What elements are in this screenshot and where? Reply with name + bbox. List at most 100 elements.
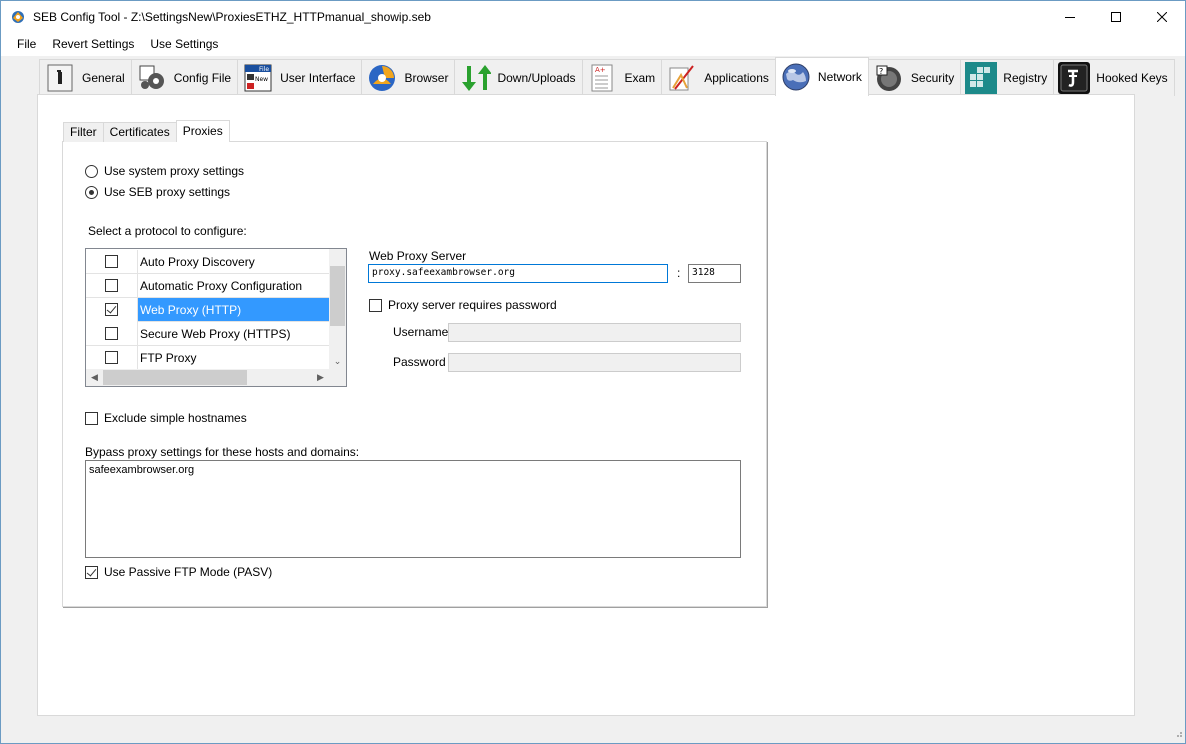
svg-text:New: New [255,76,268,83]
tab-user-interface[interactable]: File New User Interface [237,59,363,96]
radio-seb-proxy[interactable]: Use SEB proxy settings [85,185,230,199]
exclude-simple-hostnames-row[interactable]: Exclude simple hostnames [85,411,247,425]
protocol-name: Secure Web Proxy (HTTPS) [140,326,291,341]
menu-file[interactable]: File [9,33,44,55]
tab-registry[interactable]: Registry [960,59,1055,96]
subtab-certificates[interactable]: Certificates [102,122,177,142]
protocol-name: FTP Proxy [140,350,197,365]
menu-revert-settings[interactable]: Revert Settings [44,33,142,55]
protocol-auto-discovery-checkbox[interactable] [105,255,118,268]
protocol-auto-config-checkbox[interactable] [105,279,118,292]
tab-user-interface-label: User Interface [280,71,356,85]
main-tabstrip: General Config File File New User Interfa… [39,57,1175,96]
menu-bar: File Revert Settings Use Settings [1,32,1185,56]
title-bar: SEB Config Tool - Z:\SettingsNew\Proxies… [1,1,1185,32]
tab-general-label: General [82,71,125,85]
protocol-row[interactable]: Automatic Proxy Configuration [86,273,329,298]
close-button[interactable] [1139,1,1185,32]
scroll-down-icon[interactable]: ⌄ [329,353,346,370]
menu-use-settings[interactable]: Use Settings [142,33,226,55]
down-uploads-icon [459,62,492,94]
user-interface-icon: File New [242,62,274,94]
protocol-list[interactable]: Auto Proxy Discovery Automatic Proxy Con… [85,248,347,387]
protocol-select-label: Select a protocol to configure: [88,224,247,238]
bypass-hosts-textarea[interactable]: safeexambrowser.org [85,460,741,558]
window-title: SEB Config Tool - Z:\SettingsNew\Proxies… [33,9,431,24]
protocol-ftp-checkbox[interactable] [105,351,118,364]
protocol-list-hscrollbar[interactable]: ◀ ▶ [86,369,346,386]
requires-password-row[interactable]: Proxy server requires password [369,298,557,312]
minimize-button[interactable] [1047,1,1093,32]
close-icon [1157,11,1167,22]
proxy-port-input[interactable]: 3128 [688,264,741,283]
app-window: SEB Config Tool - Z:\SettingsNew\Proxies… [0,0,1186,744]
hscroll-thumb[interactable] [103,370,247,385]
protocol-row[interactable]: FTP Proxy [86,345,329,370]
bypass-label: Bypass proxy settings for these hosts an… [85,445,360,459]
subtab-proxies[interactable]: Proxies [175,120,230,142]
protocol-name: Automatic Proxy Configuration [140,278,303,293]
svg-text:File: File [259,66,269,73]
security-icon: ? [873,62,905,94]
tab-general[interactable]: General [39,59,132,96]
maximize-button[interactable] [1093,1,1139,32]
registry-icon [965,62,998,94]
scroll-right-icon[interactable]: ▶ [312,369,329,386]
exam-icon: A+ [587,62,619,94]
passive-ftp-row[interactable]: Use Passive FTP Mode (PASV) [85,565,272,579]
config-file-icon [136,62,168,94]
radio-seb-proxy-label: Use SEB proxy settings [104,185,231,199]
seb-app-icon [10,9,26,25]
tab-security-label: Security [910,71,955,85]
tab-applications[interactable]: Applications [661,59,776,96]
radio-system-proxy-control[interactable] [85,164,98,178]
network-subtabs: Filter Certificates Proxies [63,120,230,142]
scroll-left-icon[interactable]: ◀ [86,369,103,386]
protocol-list-vscrollbar[interactable]: ⌄ [329,249,346,370]
tab-down-uploads[interactable]: Down/Uploads [454,59,583,96]
tab-hooked-keys-label: Hooked Keys [1096,71,1168,85]
protocol-http-checkbox[interactable] [105,303,118,316]
network-icon [780,61,812,93]
radio-system-proxy-label: Use system proxy settings [104,164,245,178]
tab-config-file[interactable]: Config File [130,59,239,96]
tab-registry-label: Registry [1003,71,1048,85]
tab-network[interactable]: Network [774,57,869,96]
radio-seb-proxy-control[interactable] [85,185,98,199]
port-separator: : [677,266,681,280]
username-input[interactable] [448,323,741,342]
tab-config-file-label: Config File [173,71,232,85]
requires-password-checkbox[interactable] [369,298,382,312]
tab-browser[interactable]: Browser [361,59,456,96]
protocol-row-selected[interactable]: Web Proxy (HTTP) [86,297,329,322]
tab-network-label: Network [817,70,862,84]
protocol-https-checkbox[interactable] [105,327,118,340]
browser-icon [366,62,398,94]
tab-exam[interactable]: A+ Exam [581,59,663,96]
web-proxy-server-label: Web Proxy Server [369,249,467,263]
protocol-name: Auto Proxy Discovery [140,254,255,269]
tab-down-uploads-label: Down/Uploads [497,71,576,85]
password-input[interactable] [448,353,741,372]
protocol-row[interactable]: Auto Proxy Discovery [86,249,329,274]
username-label: Username [393,325,449,339]
passive-ftp-label: Use Passive FTP Mode (PASV) [104,565,273,579]
tab-applications-label: Applications [704,71,769,85]
exclude-simple-hostnames-label: Exclude simple hostnames [104,411,247,425]
protocol-row[interactable]: Secure Web Proxy (HTTPS) [86,321,329,346]
tab-hooked-keys[interactable]: Hooked Keys [1053,59,1175,96]
passive-ftp-checkbox[interactable] [85,565,98,579]
applications-icon [666,62,698,94]
radio-system-proxy[interactable]: Use system proxy settings [85,164,244,178]
resize-grip-icon[interactable] [1173,727,1183,741]
exclude-simple-hostnames-checkbox[interactable] [85,411,98,425]
tab-browser-label: Browser [404,71,449,85]
password-label: Password [393,355,446,369]
tab-security[interactable]: ? Security [867,59,962,96]
tab-exam-label: Exam [624,71,656,85]
proxy-server-input[interactable]: proxy.safeexambrowser.org [368,264,668,283]
vscroll-thumb[interactable] [330,266,345,326]
subtab-filter[interactable]: Filter [63,122,104,142]
general-icon [44,62,76,94]
svg-text:A+: A+ [595,66,606,74]
